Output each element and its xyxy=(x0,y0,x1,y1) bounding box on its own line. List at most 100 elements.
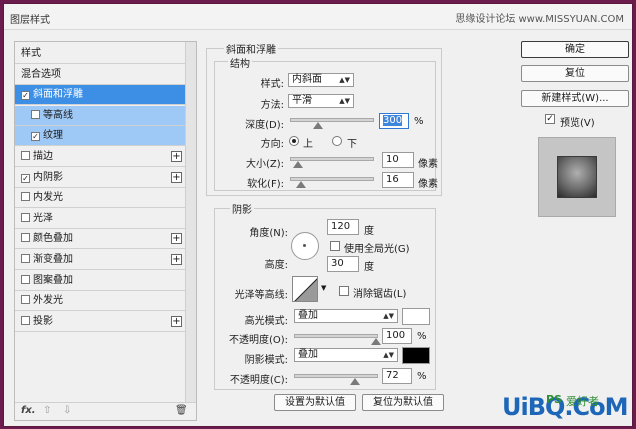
make-default-button[interactable]: 设置为默认值 xyxy=(274,394,356,411)
highlight-opacity-input[interactable]: 100 xyxy=(382,328,412,344)
sidebar-item-checkbox[interactable] xyxy=(21,274,30,284)
style-label: 样式: xyxy=(260,79,284,90)
soften-input[interactable]: 16 xyxy=(382,172,414,188)
sidebar-item[interactable]: 投影 + xyxy=(15,312,185,332)
sidebar-item-checkbox[interactable]: ✓ xyxy=(21,91,30,101)
shadow-opacity-thumb[interactable] xyxy=(350,378,360,385)
add-icon[interactable]: + xyxy=(171,171,182,183)
sidebar-item[interactable]: ✓ 内阴影 + xyxy=(15,168,185,188)
anti-alias-checkbox[interactable] xyxy=(339,286,349,296)
sidebar-item[interactable]: 内发光 xyxy=(15,188,185,209)
technique-dropdown[interactable]: 平滑 ▲▼ xyxy=(288,94,354,108)
sidebar-item[interactable]: 外发光 xyxy=(15,291,185,312)
add-icon[interactable]: + xyxy=(171,315,182,327)
contour-dropdown-icon[interactable]: ▼ xyxy=(321,284,326,292)
style-preview-thumbnail xyxy=(538,137,616,217)
reset-default-button[interactable]: 复位为默认值 xyxy=(362,394,444,411)
sidebar-item[interactable]: 混合选项 xyxy=(15,65,185,85)
list-scrollbar[interactable] xyxy=(185,42,196,402)
sidebar-item-label: 光泽 xyxy=(33,212,53,224)
sidebar-item-label: 混合选项 xyxy=(21,68,61,80)
shadow-opacity-input[interactable]: 72 xyxy=(382,368,412,384)
sidebar-item[interactable]: 等高线 xyxy=(15,105,185,126)
size-slider-thumb[interactable] xyxy=(293,161,303,168)
new-style-button[interactable]: 新建样式(W)... xyxy=(521,90,629,107)
fx-icon[interactable]: fx. xyxy=(21,405,36,416)
trash-icon[interactable]: 🗑 xyxy=(175,405,188,416)
soften-slider[interactable] xyxy=(290,177,374,188)
depth-slider-thumb[interactable] xyxy=(313,122,323,129)
sidebar-item-checkbox[interactable]: ✓ xyxy=(21,173,30,183)
soften-unit: 像素 xyxy=(418,179,438,190)
move-up-icon[interactable]: ⇧ xyxy=(43,405,51,416)
sidebar-item-checkbox[interactable] xyxy=(21,151,30,160)
angle-unit: 度 xyxy=(364,226,374,237)
style-dropdown[interactable]: 内斜面 ▲▼ xyxy=(288,73,354,87)
add-icon[interactable]: + xyxy=(171,254,182,265)
shadow-opacity-slider[interactable] xyxy=(294,374,378,385)
sidebar-item[interactable]: 颜色叠加 + xyxy=(15,229,185,250)
highlight-opacity-slider[interactable] xyxy=(294,334,381,345)
direction-up-radio[interactable] xyxy=(289,136,299,146)
shadow-mode-value: 叠加 xyxy=(298,349,318,360)
soften-slider-thumb[interactable] xyxy=(296,181,306,188)
sidebar-item-checkbox[interactable] xyxy=(21,315,30,325)
logo-site-text: 爱好者 xyxy=(566,395,599,408)
highlight-opacity-thumb[interactable] xyxy=(371,338,381,345)
updown-icon: ▲▼ xyxy=(383,312,394,320)
sidebar-item-label: 等高线 xyxy=(43,109,73,121)
sidebar-item[interactable]: 描边 + xyxy=(15,147,185,167)
title-bar: 图层样式 思缘设计论坛 www.MISSYUAN.COM xyxy=(4,4,632,30)
list-footer: fx. ⇧ ⇩ 🗑 xyxy=(15,402,196,420)
sidebar-item[interactable]: 样式 xyxy=(15,44,185,64)
add-icon[interactable]: + xyxy=(171,151,182,162)
altitude-input[interactable]: 30 xyxy=(327,256,359,272)
angle-input[interactable]: 120 xyxy=(327,219,359,235)
sidebar-item-checkbox[interactable]: ✓ xyxy=(31,132,40,142)
sidebar-item-checkbox[interactable] xyxy=(21,212,30,222)
sidebar-item[interactable]: 渐变叠加 + xyxy=(15,250,185,270)
depth-slider[interactable] xyxy=(290,118,374,129)
size-input[interactable]: 10 xyxy=(382,152,414,168)
highlight-mode-dropdown[interactable]: 叠加 ▲▼ xyxy=(294,309,398,323)
direction-up-label: 上 xyxy=(303,139,313,150)
move-down-icon[interactable]: ⇩ xyxy=(63,405,71,416)
sidebar-item-label: 内发光 xyxy=(33,192,63,204)
depth-input[interactable]: 300 xyxy=(379,113,409,129)
logo-main-text: UiBQ.CoM xyxy=(502,393,629,421)
sidebar-item-label: 渐变叠加 xyxy=(33,254,73,265)
angle-dial[interactable] xyxy=(291,232,319,260)
ok-button[interactable]: 确定 xyxy=(521,41,629,58)
shadow-color-swatch[interactable] xyxy=(402,347,430,364)
sidebar-item-checkbox[interactable] xyxy=(21,233,30,243)
sidebar-item-label: 内阴影 xyxy=(33,171,63,183)
sidebar-item-checkbox[interactable] xyxy=(21,295,30,305)
highlight-color-swatch[interactable] xyxy=(402,308,430,325)
sidebar-item-label: 外发光 xyxy=(33,295,63,307)
shading-title: 阴影 xyxy=(230,201,254,216)
sidebar-item-checkbox[interactable] xyxy=(31,109,40,119)
depth-label: 深度(D): xyxy=(245,120,284,131)
size-slider[interactable] xyxy=(290,157,374,168)
preview-checkbox[interactable]: ✓ xyxy=(545,114,555,124)
contour-curve-icon xyxy=(294,278,317,301)
direction-down-radio[interactable] xyxy=(332,136,342,146)
sidebar-item-checkbox[interactable] xyxy=(21,192,30,202)
size-label: 大小(Z): xyxy=(245,159,284,170)
sidebar-item[interactable]: 图案叠加 xyxy=(15,271,185,291)
sidebar-item-label: 斜面和浮雕 xyxy=(33,89,83,101)
sidebar-item-checkbox[interactable] xyxy=(21,254,30,263)
highlight-opacity-label: 不透明度(O): xyxy=(228,335,288,346)
global-light-checkbox[interactable] xyxy=(330,241,340,251)
sidebar-item[interactable]: 光泽 xyxy=(15,209,185,229)
sidebar-item[interactable]: ✓ 纹理 xyxy=(15,126,185,147)
gloss-contour-preview[interactable] xyxy=(292,276,318,302)
sidebar-item-label: 样式 xyxy=(21,48,41,59)
sidebar-item[interactable]: ✓ 斜面和浮雕 xyxy=(15,85,185,106)
style-list-panel: 样式 混合选项 ✓ 斜面和浮雕 等高线 ✓ 纹理 描边 + ✓ 内阴影 + 内发光 光泽 颜色叠加 + 渐变叠加… xyxy=(14,41,197,421)
shadow-mode-dropdown[interactable]: 叠加 ▲▼ xyxy=(294,348,398,362)
reset-button[interactable]: 复位 xyxy=(521,65,629,82)
add-icon[interactable]: + xyxy=(171,233,182,245)
updown-icon: ▲▼ xyxy=(339,76,350,84)
sidebar-item-label: 纹理 xyxy=(43,130,63,142)
